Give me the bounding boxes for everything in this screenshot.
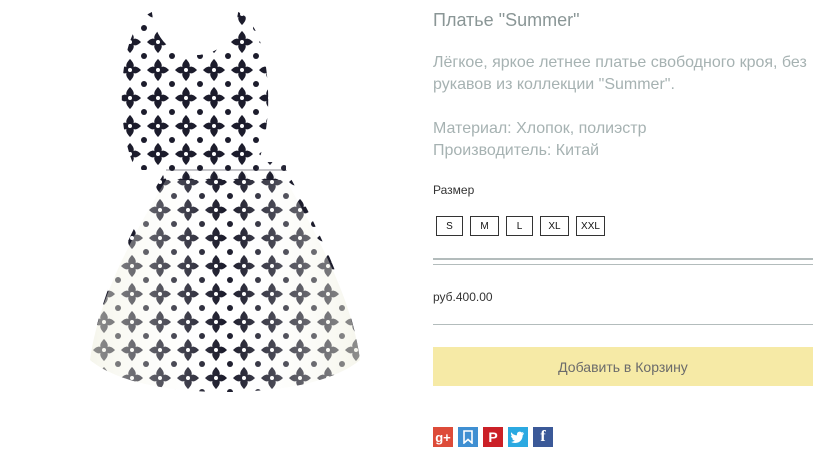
pinterest-icon[interactable]: P — [483, 427, 503, 447]
size-label: Размер — [433, 183, 475, 197]
size-options: S M L XL XXL — [436, 216, 605, 236]
product-price: руб.400.00 — [433, 290, 493, 304]
facebook-icon[interactable]: f — [533, 427, 553, 447]
product-description: Лёгкое, яркое летнее платье свободного к… — [433, 54, 807, 93]
manufacturer-text: Производитель: Китай — [433, 142, 600, 159]
divider — [433, 264, 813, 265]
size-button-m[interactable]: M — [470, 216, 499, 236]
size-button-s[interactable]: S — [436, 216, 463, 236]
dress-image — [90, 12, 360, 392]
social-share-bar: g+ P f — [433, 427, 553, 447]
product-specs: Материал: Хлопок, полиэстр Производитель… — [433, 118, 646, 162]
product-title: Платье "Summer" — [433, 10, 580, 30]
product-image — [60, 0, 390, 400]
size-button-xl[interactable]: XL — [540, 216, 569, 236]
size-button-xxl[interactable]: XXL — [576, 216, 605, 236]
material-text: Материал: Хлопок, полиэстр — [433, 120, 647, 137]
twitter-icon[interactable] — [508, 427, 528, 447]
add-to-cart-button[interactable]: Добавить в Корзину — [433, 347, 813, 386]
divider — [433, 258, 813, 260]
google-plus-icon[interactable]: g+ — [433, 427, 453, 447]
bookmark-icon[interactable] — [458, 427, 478, 447]
divider — [433, 324, 813, 325]
size-button-l[interactable]: L — [506, 216, 533, 236]
